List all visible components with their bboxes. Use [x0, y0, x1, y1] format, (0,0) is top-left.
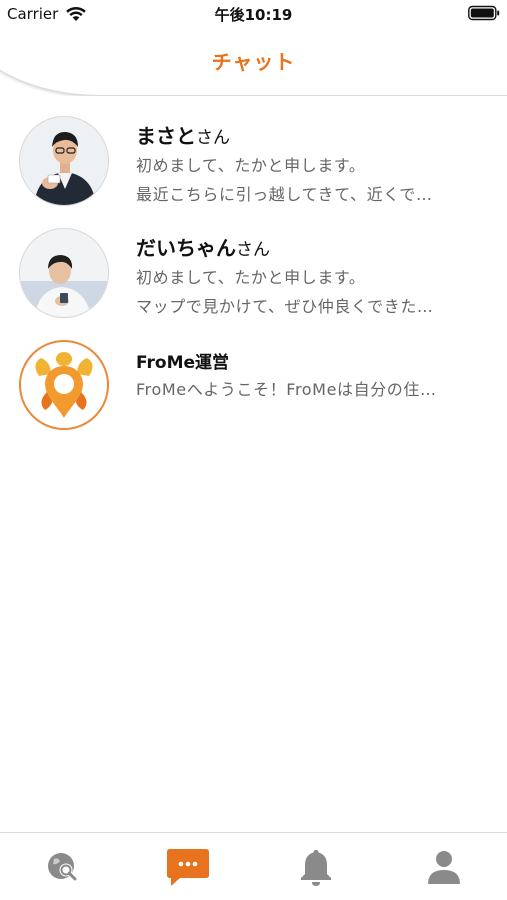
frome-turtle-logo [35, 352, 93, 418]
name-suffix: さん [196, 128, 230, 148]
map-search-icon [48, 853, 77, 881]
person-photo-avatar [20, 117, 108, 205]
tab-bar [0, 832, 507, 900]
message-preview-line1: 初めまして、たかと申します。 [136, 268, 366, 287]
person-icon [428, 851, 460, 884]
message-preview-line2: マップで見かけて、ぜひ仲良くできた… [136, 297, 434, 316]
person-photo-avatar [20, 229, 108, 317]
tab-map-search[interactable] [41, 845, 85, 889]
name-suffix: さん [236, 240, 270, 260]
avatar [19, 340, 109, 430]
tab-profile[interactable] [422, 845, 466, 889]
page-title: チャット [211, 50, 296, 74]
chat-item-masato[interactable]: まさとさん 初めまして、たかと申します。 最近こちらに引っ越してきて、近くで… [0, 108, 507, 220]
battery-icon [468, 5, 500, 21]
tab-notifications[interactable] [294, 845, 338, 889]
chat-bubble-icon [167, 849, 209, 886]
status-bar: Carrier 午後10:19 [0, 0, 507, 28]
chat-name: FroMe運営 [136, 353, 230, 373]
chat-item-daichan[interactable]: だいちゃんさん 初めまして、たかと申します。 マップで見かけて、ぜひ仲良くできた… [0, 220, 507, 332]
chat-list: まさとさん 初めまして、たかと申します。 最近こちらに引っ越してきて、近くで… … [0, 108, 507, 444]
message-preview-line1: FroMeへようこそ！FroMeは自分の住… [136, 380, 437, 399]
chat-name: まさとさん [136, 124, 230, 148]
avatar [19, 228, 109, 318]
avatar [19, 116, 109, 206]
chat-name: だいちゃんさん [136, 236, 270, 260]
bell-icon [301, 850, 331, 886]
tab-chat[interactable] [166, 845, 210, 889]
message-preview-line1: 初めまして、たかと申します。 [136, 156, 366, 175]
message-preview-line2: 最近こちらに引っ越してきて、近くで… [136, 185, 433, 204]
chat-item-frome-official[interactable]: FroMe運営 FroMeへようこそ！FroMeは自分の住… [0, 332, 507, 444]
clock: 午後10:19 [214, 6, 293, 24]
